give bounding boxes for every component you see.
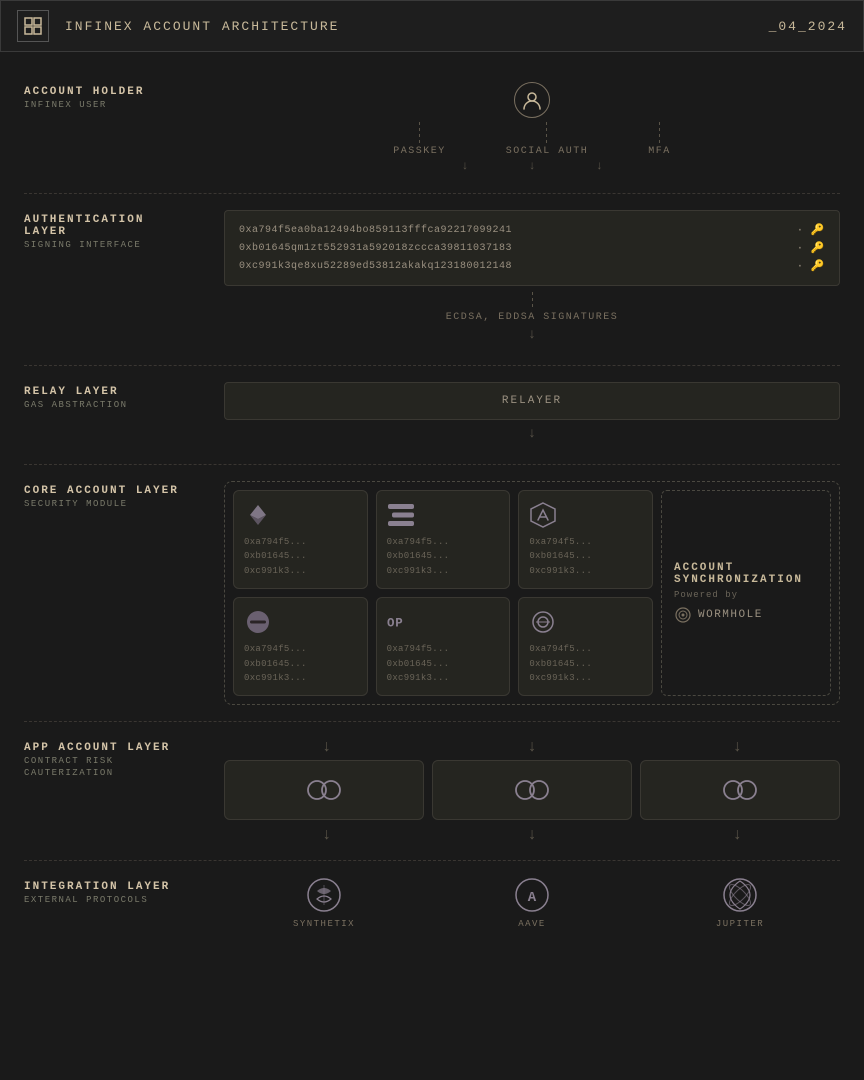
avatar [514,82,550,118]
app-card-0 [224,760,424,820]
header-logo [17,10,49,42]
header: INFINEX ACCOUNT ARCHITECTURE _04_2024 [0,0,864,52]
account-holder-content: PASSKEY SOCIAL AUTH MFA ↓ ↓ ↓ [224,82,840,177]
aave-icon: A [514,877,550,913]
auth-addr-row-1: 0xb01645qm1zt552931a592018zccca398110371… [239,241,825,255]
chain-card-gnosis: 0xa794f5... 0xb01645... 0xc991k3... [233,597,368,696]
integration-layer-section: INTEGRATION LAYER EXTERNAL PROTOCOLS SYN [24,877,840,945]
integration-aave: A AAVE [432,877,632,929]
relay-layer-content: RELAYER ↓ [224,382,840,448]
relay-layer-section: RELAY LAYER GAS ABSTRACTION RELAYER ↓ [24,382,840,448]
core-layer-content: 0xa794f5... 0xb01645... 0xc991k3... [224,481,840,705]
chain-card-eth: 0xa794f5... 0xb01645... 0xc991k3... [233,490,368,589]
synthetix-icon [306,877,342,913]
chain-card-sol: 0xa794f5... 0xb01645... 0xc991k3... [376,490,511,589]
integration-layer-label: INTEGRATION LAYER EXTERNAL PROTOCOLS [24,877,224,905]
passkey-label: PASSKEY [393,146,446,157]
account-sync-box: ACCOUNT SYNCHRONIZATION Powered by WOR [661,490,831,696]
relayer-box: RELAYER [224,382,840,420]
core-layer-section: CORE ACCOUNT LAYER SECURITY MODULE [24,481,840,705]
chain-card-arb: 0xa794f5... 0xb01645... 0xc991k3... [518,490,653,589]
auth-box: 0xa794f5ea0ba12494bo859113fffca922170992… [224,210,840,286]
core-grid-wrapper: 0xa794f5... 0xb01645... 0xc991k3... [233,490,831,696]
jupiter-icon [722,877,758,913]
arb-logo [529,501,557,529]
svg-text:OP: OP [387,617,403,631]
svg-text:A: A [528,890,537,906]
core-dashed-outline: 0xa794f5... 0xb01645... 0xc991k3... [224,481,840,705]
relay-layer-label: RELAY LAYER GAS ABSTRACTION [24,382,224,410]
app-card-2 [640,760,840,820]
app-layer-section: APP ACCOUNT LAYER CONTRACT RISK CAUTERIZ… [24,738,840,844]
eth-logo [244,501,272,529]
app-arrows-bottom: ↓ ↓ ↓ [224,826,840,844]
chain-card-poly: 0xa794f5... 0xb01645... 0xc991k3... [518,597,653,696]
integration-layer-content: SYNTHETIX A AAVE [224,877,840,929]
mfa-label: MFA [648,146,671,157]
header-title: INFINEX ACCOUNT ARCHITECTURE [65,19,769,34]
header-date: _04_2024 [769,19,847,34]
app-layer-label: APP ACCOUNT LAYER CONTRACT RISK CAUTERIZ… [24,738,224,778]
gnosis-logo [244,608,272,636]
app-card-1 [432,760,632,820]
integration-synthetix: SYNTHETIX [224,877,424,929]
auth-addr-row-0: 0xa794f5ea0ba12494bo859113fffca922170992… [239,223,825,237]
app-layer-content: ↓ ↓ ↓ [224,738,840,844]
account-holder-section: ACCOUNT HOLDER INFINEX USER PASSKEY [24,72,840,177]
auth-layer-label: AUTHENTICATION LAYER SIGNING INTERFACE [24,210,224,250]
core-layer-label: CORE ACCOUNT LAYER SECURITY MODULE [24,481,224,509]
signature-label: ECDSA, EDDSA SIGNATURES [446,312,619,323]
auth-addr-row-2: 0xc991k3qe8xu52289ed53812akakq1231800121… [239,259,825,273]
chain-grid: 0xa794f5... 0xb01645... 0xc991k3... [233,490,653,696]
app-arrows-top: ↓ ↓ ↓ [224,738,840,756]
social-auth-label: SOCIAL AUTH [506,146,589,157]
integration-grid: SYNTHETIX A AAVE [224,877,840,929]
wormhole-logo: WORMHOLE [674,606,818,624]
account-holder-label: ACCOUNT HOLDER INFINEX USER [24,82,224,110]
poly-logo [529,608,557,636]
auth-layer-content: 0xa794f5ea0ba12494bo859113fffca922170992… [224,210,840,349]
integration-jupiter: JUPITER [640,877,840,929]
op-logo: OP [387,608,415,636]
auth-layer-section: AUTHENTICATION LAYER SIGNING INTERFACE 0… [24,210,840,349]
sol-logo [387,501,415,529]
app-card-grid [224,760,840,820]
chain-card-op: OP 0xa794f5... 0xb01645... 0xc991k3... [376,597,511,696]
